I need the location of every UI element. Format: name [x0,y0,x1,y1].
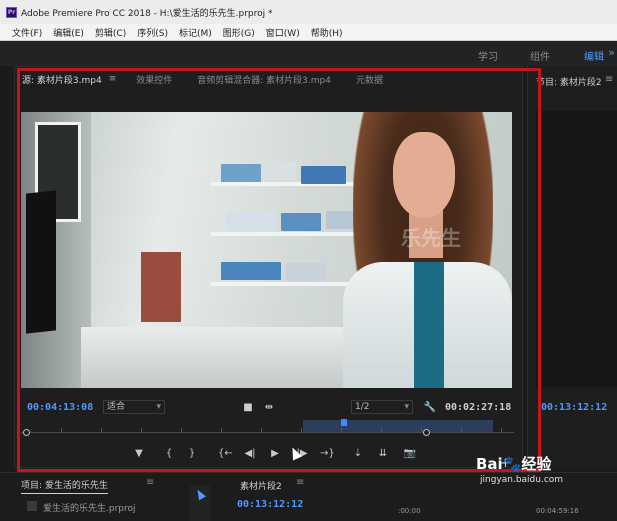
workspace-more-icon[interactable]: » [608,46,615,59]
overwrite-button[interactable]: ⇊ [376,448,390,459]
in-out-range [303,420,493,432]
step-back-button[interactable]: ◀| [243,448,257,459]
wrench-settings-icon[interactable]: 🔧 [423,402,437,413]
chevron-down-icon: ▾ [404,402,409,412]
menu-sequence[interactable]: 序列(S) [137,26,168,39]
baidu-jingyan-logo: Bai🐾经验 [476,455,552,473]
add-marker-button[interactable]: ▼ [132,448,146,459]
tools-panel [190,485,210,521]
timeline-ruler-label: 00:04:59:16 [536,507,579,515]
program-timecode[interactable]: 00:13:12:12 [541,402,607,413]
workspace-tab-learn[interactable]: 学习 [478,48,498,63]
playback-resolution-select[interactable]: 1/2 ▾ [351,400,413,414]
menu-bar: 文件(F) 编辑(E) 剪辑(C) 序列(S) 标记(M) 图形(G) 窗口(W… [0,24,617,41]
source-monitor-tabs: 源: 素材片段3.mp4 ≡ 效果控件 音频剪辑混合器: 素材片段3.mp4 元… [15,67,522,91]
timeline-ruler-label: :00:00 [398,507,421,515]
play-button[interactable]: ▶ [268,448,282,459]
chevron-down-icon: ▾ [156,402,161,412]
playback-resolution-value: 1/2 [355,402,370,412]
insert-button[interactable]: ⇣ [351,448,365,459]
menu-window[interactable]: 窗口(W) [266,26,300,39]
source-monitor-panel: 源: 素材片段3.mp4 ≡ 效果控件 音频剪辑混合器: 素材片段3.mp4 元… [14,66,523,468]
tab-effect-controls[interactable]: 效果控件 [136,73,172,86]
panel-menu-icon[interactable]: ≡ [605,74,613,85]
mark-out-button[interactable]: } [185,448,199,459]
workspace-tab-editing[interactable]: 编辑 [584,48,604,63]
bottom-panels: 项目: 爱生活的乐先生 ≡ 爱生活的乐先生.prproj 素材片段2 ≡ 00:… [0,455,617,521]
monitor-info-bar: 00:04:13:08 适合 ▾ ■ ⇹ 1/2 ▾ 🔧 00:02:27:18 [15,397,522,419]
camera-icon[interactable]: 📷 [403,448,417,459]
zoom-fit-select[interactable]: 适合 ▾ [103,400,165,414]
watermark-url: jingyan.baidu.com [480,475,564,485]
go-to-out-button[interactable]: →} [320,448,335,459]
transport-controls: ▼ { } {← ◀| ▶ |▶ →} ⇣ ⇊ 📷 [15,445,522,465]
tab-project[interactable]: 项目: 爱生活的乐先生 [21,478,108,494]
menu-graphics[interactable]: 图形(G) [223,26,255,39]
menu-file[interactable]: 文件(F) [12,26,42,39]
duration-timecode: 00:02:27:18 [445,402,512,413]
mark-in-button[interactable]: { [162,448,176,459]
time-ruler[interactable] [21,419,514,439]
zoom-handle-right[interactable] [423,429,430,436]
tab-metadata[interactable]: 元数据 [356,73,383,86]
title-bar: Pr Adobe Premiere Pro CC 2018 - H:\爱生活的乐… [0,0,617,24]
tab-audio-clip-mixer[interactable]: 音频剪辑混合器: 素材片段3.mp4 [197,73,331,86]
menu-edit[interactable]: 编辑(E) [53,26,84,39]
playhead-timecode[interactable]: 00:04:13:08 [27,402,93,413]
playhead-marker[interactable] [341,419,347,426]
person-face [393,132,455,218]
selection-tool-icon[interactable] [194,487,206,501]
video-watermark: 乐先生 [401,226,461,250]
tab-sequence[interactable]: 素材片段2 [240,479,282,492]
zoom-fit-value: 适合 [107,402,126,412]
menu-markers[interactable]: 标记(M) [179,26,212,39]
window-title: Adobe Premiere Pro CC 2018 - H:\爱生活的乐先生.… [21,8,273,19]
menu-help[interactable]: 帮助(H) [311,26,343,39]
go-to-in-button[interactable]: {← [218,448,233,459]
menu-clip[interactable]: 剪辑(C) [95,26,126,39]
project-file-item[interactable]: 爱生活的乐先生.prproj [43,501,136,514]
premiere-app-icon: Pr [6,6,17,18]
tab-source[interactable]: 源: 素材片段3.mp4 [22,73,102,86]
safe-margins-icon[interactable]: ■ [241,402,255,413]
panel-menu-icon[interactable]: ≡ [109,74,117,84]
sequence-timecode[interactable]: 00:13:12:12 [237,499,303,510]
workspace-bar: 学习 组件 编辑 » [0,41,617,66]
project-file-icon [27,501,37,511]
program-monitor-panel: 节目: 素材片段2 ≡ 00:13:12:12 [527,66,617,468]
tab-program[interactable]: 节目: 素材片段2 [536,75,602,88]
program-video-preview [536,111,617,387]
workspace-tab-assembly[interactable]: 组件 [530,48,550,63]
panel-menu-icon[interactable]: ≡ [296,477,304,488]
drag-video-icon[interactable]: ⇹ [262,402,276,413]
video-preview: 乐先生 [21,112,512,388]
zoom-handle-left[interactable] [23,429,30,436]
panel-menu-icon[interactable]: ≡ [146,477,154,488]
